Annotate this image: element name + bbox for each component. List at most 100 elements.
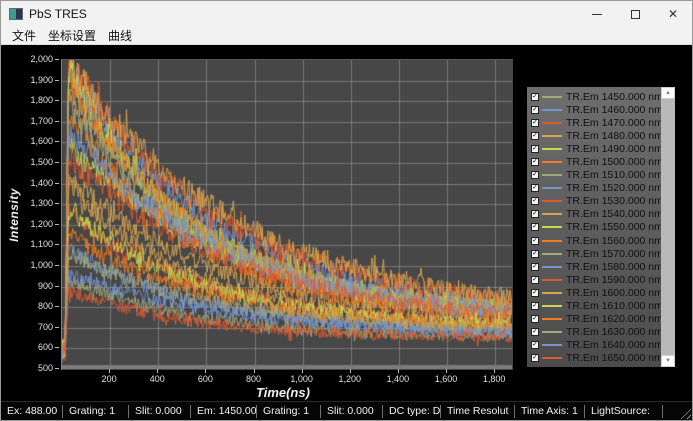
legend-item[interactable]: ✓ TR.Em 1510.000 nm <box>531 169 661 182</box>
legend-checkbox[interactable]: ✓ <box>531 119 539 127</box>
y-tick-mark <box>55 162 59 163</box>
legend-item[interactable]: ✓ TR.Em 1620.000 nm <box>531 313 661 326</box>
legend-checkbox[interactable]: ✓ <box>531 354 539 362</box>
x-tick-label: 1,000 <box>290 374 313 384</box>
legend-item-label: TR.Em 1490.000 nm <box>566 143 661 155</box>
minimize-button[interactable] <box>578 1 616 27</box>
status-field-em: Em: 1450.00 <box>191 405 257 418</box>
y-tick-label: 700 <box>1 322 53 332</box>
x-tick-mark <box>398 369 399 373</box>
legend-checkbox[interactable]: ✓ <box>531 171 539 179</box>
legend-item-label: TR.Em 1560.000 nm <box>566 235 661 247</box>
scroll-up-button[interactable]: ▲ <box>661 87 675 99</box>
legend-checkbox[interactable]: ✓ <box>531 93 539 101</box>
x-tick-mark <box>205 369 206 373</box>
legend-item-label: TR.Em 1610.000 nm <box>566 300 661 312</box>
legend-checkbox[interactable]: ✓ <box>531 289 539 297</box>
legend-checkbox[interactable]: ✓ <box>531 106 539 114</box>
status-field-em-slit: Slit: 0.000 <box>321 405 383 418</box>
legend-scrollbar[interactable]: ▲ ▼ <box>661 87 675 367</box>
legend-checkbox[interactable]: ✓ <box>531 315 539 323</box>
legend-checkbox[interactable]: ✓ <box>531 237 539 245</box>
legend-item[interactable]: ✓ TR.Em 1630.000 nm <box>531 326 661 339</box>
y-tick-mark <box>55 121 59 122</box>
legend-item[interactable]: ✓TR.Em 1460.000 nm <box>531 103 661 116</box>
legend-item[interactable]: ✓ TR.Em 1560.000 nm <box>531 234 661 247</box>
status-field-dc-type: DC type: DCˢ <box>383 405 441 418</box>
y-tick-label: 900 <box>1 281 53 291</box>
minimize-icon <box>592 14 602 15</box>
y-tick-mark <box>55 265 59 266</box>
y-tick-mark <box>55 141 59 142</box>
legend-item[interactable]: ✓ TR.Em 1530.000 nm <box>531 195 661 208</box>
legend-item[interactable]: ✓ TR.Em 1570.000 nm <box>531 247 661 260</box>
legend-item[interactable]: ✓TR.Em 1590.000 nm <box>531 273 661 286</box>
legend-item[interactable]: ✓TR.Em 1550.000 nm <box>531 221 661 234</box>
y-tick-label: 800 <box>1 301 53 311</box>
legend-item-label: TR.Em 1620.000 nm <box>566 313 661 325</box>
legend-checkbox[interactable]: ✓ <box>531 250 539 258</box>
legend-item[interactable]: ✓TR.Em 1650.000 nm <box>531 352 661 365</box>
menu-item-file[interactable]: 文件 <box>7 26 41 45</box>
legend-item[interactable]: ✓TR.Em 1450.000 nm <box>531 90 661 103</box>
maximize-button[interactable] <box>616 1 654 27</box>
legend-item[interactable]: ✓TR.Em 1540.000 nm <box>531 208 661 221</box>
legend-checkbox[interactable]: ✓ <box>531 132 539 140</box>
legend-item[interactable]: ✓ TR.Em 1470.000 nm <box>531 116 661 129</box>
y-axis-ticks: 2,0001,9001,8001,7001,6001,5001,4001,300… <box>1 45 53 401</box>
y-tick-mark <box>55 183 59 184</box>
legend-checkbox[interactable]: ✓ <box>531 223 539 231</box>
y-tick-label: 1,200 <box>1 219 53 229</box>
legend-checkbox[interactable]: ✓ <box>531 263 539 271</box>
legend-checkbox[interactable]: ✓ <box>531 145 539 153</box>
x-axis-label: Time(ns) <box>256 385 310 400</box>
y-tick-label: 1,100 <box>1 239 53 249</box>
legend-item[interactable]: ✓ TR.Em 1610.000 nm <box>531 300 661 313</box>
y-tick-label: 500 <box>1 363 53 373</box>
y-tick-label: 600 <box>1 342 53 352</box>
y-tick-mark <box>55 203 59 204</box>
legend-checkbox[interactable]: ✓ <box>531 210 539 218</box>
legend-checkbox[interactable]: ✓ <box>531 328 539 336</box>
legend-item[interactable]: ✓TR.Em 1500.000 nm <box>531 155 661 168</box>
legend-item-label: TR.Em 1570.000 nm <box>566 248 661 260</box>
x-tick-mark <box>109 369 110 373</box>
legend-checkbox[interactable]: ✓ <box>531 276 539 284</box>
menu-item-axis-settings[interactable]: 坐标设置 <box>43 26 101 45</box>
x-tick-mark <box>157 369 158 373</box>
legend-item[interactable]: ✓ TR.Em 1490.000 nm <box>531 142 661 155</box>
close-button[interactable]: ✕ <box>654 1 692 27</box>
menu-bar: 文件坐标设置曲线 <box>1 27 692 45</box>
legend-item[interactable]: ✓TR.Em 1640.000 nm <box>531 339 661 352</box>
legend-checkbox[interactable]: ✓ <box>531 184 539 192</box>
title-bar[interactable]: PbS TRES ✕ <box>1 1 692 27</box>
plot-area[interactable] <box>61 59 513 370</box>
resize-grip-icon[interactable] <box>678 406 691 419</box>
status-field-ex-slit: Slit: 0.000 <box>129 405 191 418</box>
status-field-time-resolut: Time Resolut <box>441 405 515 418</box>
x-tick-mark <box>350 369 351 373</box>
legend-item-label: TR.Em 1470.000 nm <box>566 117 661 129</box>
scroll-down-button[interactable]: ▼ <box>661 355 675 367</box>
legend-item[interactable]: ✓TR.Em 1600.000 nm <box>531 286 661 299</box>
legend-item-label: TR.Em 1630.000 nm <box>566 326 661 338</box>
menu-item-curve[interactable]: 曲线 <box>103 26 137 45</box>
legend-line-swatch <box>542 253 562 255</box>
decay-curves-canvas[interactable] <box>62 60 512 369</box>
legend-line-swatch <box>542 226 562 228</box>
legend-line-swatch <box>542 122 562 124</box>
legend-item-label: TR.Em 1510.000 nm <box>566 169 661 181</box>
legend-item[interactable]: ✓TR.Em 1480.000 nm <box>531 129 661 142</box>
status-bar: Ex: 488.00Grating: 1Slit: 0.000Em: 1450.… <box>1 401 692 420</box>
legend-checkbox[interactable]: ✓ <box>531 158 539 166</box>
y-tick-label: 1,400 <box>1 178 53 188</box>
y-tick-label: 1,000 <box>1 260 53 270</box>
y-tick-mark <box>55 224 59 225</box>
legend-checkbox[interactable]: ✓ <box>531 302 539 310</box>
legend-checkbox[interactable]: ✓ <box>531 341 539 349</box>
legend-item[interactable]: ✓TR.Em 1580.000 nm <box>531 260 661 273</box>
legend-item[interactable]: ✓TR.Em 1520.000 nm <box>531 182 661 195</box>
legend-checkbox[interactable]: ✓ <box>531 197 539 205</box>
legend-line-swatch <box>542 292 562 294</box>
legend-item-label: TR.Em 1530.000 nm <box>566 195 661 207</box>
